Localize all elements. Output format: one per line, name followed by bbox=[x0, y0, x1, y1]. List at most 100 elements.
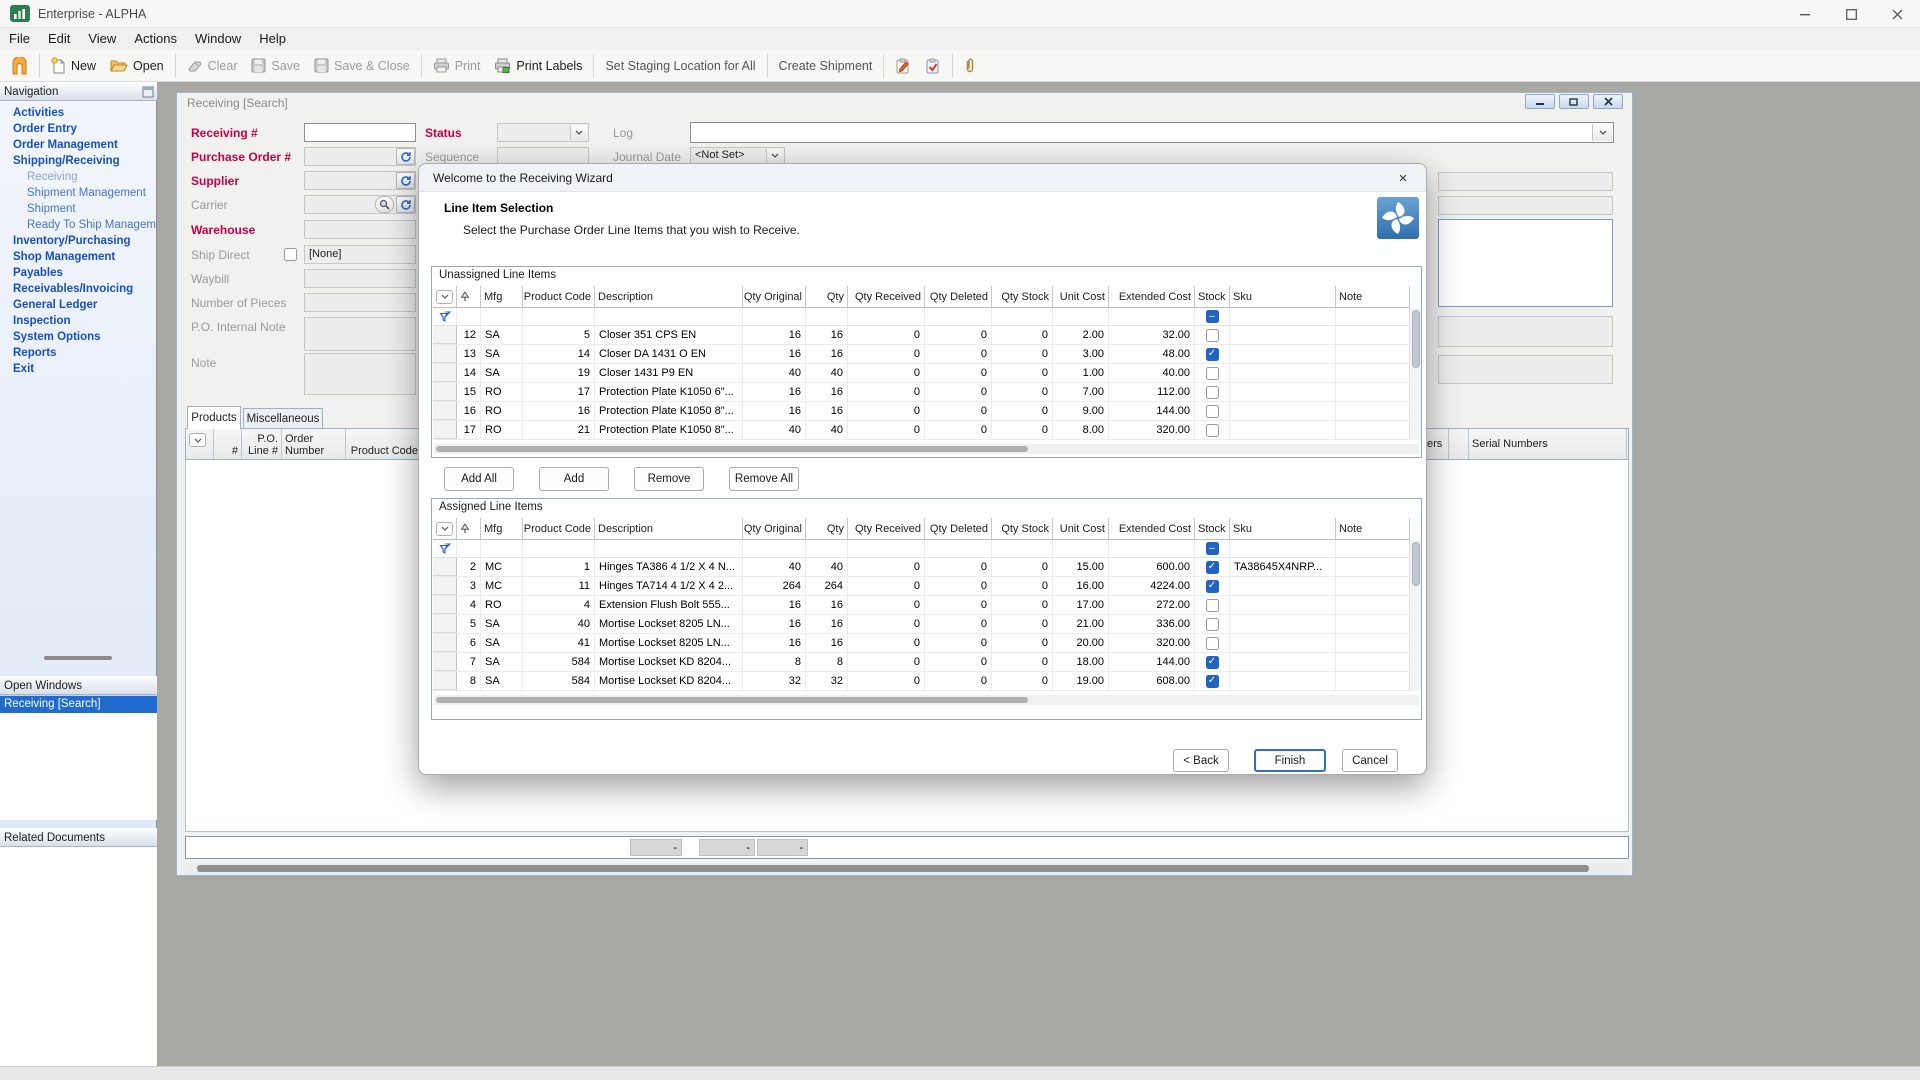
menu-window[interactable]: Window bbox=[186, 28, 250, 50]
sidebar-item-shipping-receiving[interactable]: Shipping/Receiving bbox=[0, 153, 157, 169]
journal-date-dropdown[interactable]: <Not Set> bbox=[690, 147, 785, 164]
cancel-button[interactable]: Cancel bbox=[1342, 749, 1398, 772]
column-header-po-line[interactable]: P.O. Line # bbox=[242, 429, 282, 459]
row-indicator[interactable] bbox=[433, 653, 457, 671]
edit-note-button[interactable] bbox=[888, 53, 918, 79]
remove-button[interactable]: Remove bbox=[634, 467, 704, 491]
filter-row-icon[interactable] bbox=[433, 540, 457, 557]
column-header-qty_deleted[interactable]: Qty Deleted bbox=[925, 518, 992, 539]
ship-direct-value-field[interactable]: [None] bbox=[304, 245, 416, 264]
sidebar-item-shipment-management[interactable]: Shipment Management bbox=[0, 185, 157, 201]
assigned-vertical-scrollbar[interactable] bbox=[1409, 540, 1421, 691]
column-header-qty[interactable]: Qty bbox=[806, 286, 848, 307]
column-header-partial[interactable]: ers bbox=[1424, 429, 1449, 459]
column-header-product-code[interactable]: Product Code bbox=[346, 429, 422, 459]
row-indicator[interactable] bbox=[433, 596, 457, 614]
sidebar-item-ready-to-ship-managem[interactable]: Ready To Ship Managem bbox=[0, 217, 157, 233]
tab-products[interactable]: Products bbox=[187, 406, 241, 429]
open-button[interactable]: Open bbox=[103, 53, 171, 79]
column-header-qty[interactable]: Qty bbox=[806, 518, 848, 539]
column-header-serial-numbers[interactable]: Serial Numbers bbox=[1469, 429, 1627, 459]
new-button[interactable]: New bbox=[44, 53, 103, 79]
stock-checkbox[interactable]: ✓ bbox=[1206, 656, 1219, 669]
stock-checkbox[interactable] bbox=[1206, 405, 1219, 418]
set-staging-location-button[interactable]: Set Staging Location for All bbox=[598, 53, 762, 79]
maximize-button[interactable] bbox=[1828, 0, 1874, 28]
column-header-blank[interactable] bbox=[1449, 429, 1469, 459]
add-all-button[interactable]: Add All bbox=[444, 467, 514, 491]
row-indicator[interactable] bbox=[433, 345, 457, 363]
mdi-minimize-button[interactable] bbox=[1525, 94, 1555, 109]
purchase-order-refresh-button[interactable] bbox=[396, 148, 415, 165]
grid-row[interactable]: 15RO17Protection Plate K1050 6"...161600… bbox=[433, 383, 1410, 402]
sidebar-item-shop-management[interactable]: Shop Management bbox=[0, 249, 157, 265]
back-button[interactable]: < Back bbox=[1173, 749, 1229, 772]
attachments-button[interactable] bbox=[957, 53, 983, 79]
open-window-item-receiving-search[interactable]: Receiving [Search] bbox=[0, 696, 157, 713]
menu-actions[interactable]: Actions bbox=[125, 28, 186, 50]
grid-row[interactable]: 7SA584Mortise Lockset KD 8204...8800018.… bbox=[433, 653, 1410, 672]
status-dropdown[interactable] bbox=[497, 123, 589, 142]
print-button[interactable]: Print bbox=[426, 53, 488, 79]
stock-checkbox[interactable] bbox=[1206, 618, 1219, 631]
stock-checkbox[interactable]: ✓ bbox=[1206, 580, 1219, 593]
panel-pin-icon[interactable] bbox=[142, 86, 154, 98]
sidebar-item-receiving[interactable]: Receiving bbox=[0, 169, 157, 185]
sidebar-item-system-options[interactable]: System Options bbox=[0, 329, 157, 345]
tab-miscellaneous[interactable]: Miscellaneous bbox=[243, 408, 323, 429]
minimize-button[interactable] bbox=[1782, 0, 1828, 28]
mdi-restore-button[interactable] bbox=[1559, 94, 1589, 109]
stock-checkbox[interactable] bbox=[1206, 599, 1219, 612]
column-header-extended_cost[interactable]: Extended Cost bbox=[1109, 518, 1195, 539]
row-indicator[interactable] bbox=[433, 421, 457, 439]
grid-row[interactable]: 4RO4Extension Flush Bolt 555...161600017… bbox=[433, 596, 1410, 615]
pin-column-header[interactable] bbox=[457, 518, 481, 539]
sidebar-item-receivables-invoicing[interactable]: Receivables/Invoicing bbox=[0, 281, 157, 297]
carrier-search-button[interactable] bbox=[375, 196, 394, 213]
pin-column-header[interactable] bbox=[457, 286, 481, 307]
stock-checkbox[interactable] bbox=[1206, 637, 1219, 650]
sidebar-item-reports[interactable]: Reports bbox=[0, 345, 157, 361]
menu-help[interactable]: Help bbox=[250, 28, 295, 50]
row-indicator[interactable] bbox=[433, 615, 457, 633]
row-indicator[interactable] bbox=[433, 402, 457, 420]
waybill-input[interactable] bbox=[304, 269, 416, 288]
stock-filter-checkbox[interactable]: – bbox=[1206, 542, 1219, 555]
stock-checkbox[interactable] bbox=[1206, 424, 1219, 437]
column-header-desc[interactable]: Description bbox=[595, 286, 743, 307]
stock-checkbox[interactable]: ✓ bbox=[1206, 561, 1219, 574]
column-header-code[interactable]: Product Code bbox=[523, 518, 595, 539]
column-header-note[interactable]: Note bbox=[1336, 518, 1410, 539]
log-dropdown[interactable] bbox=[690, 122, 1614, 143]
grid-row[interactable]: 6SA41Mortise Lockset 8205 LN...161600020… bbox=[433, 634, 1410, 653]
column-header-qty_deleted[interactable]: Qty Deleted bbox=[925, 286, 992, 307]
stock-checkbox[interactable] bbox=[1206, 367, 1219, 380]
supplier-refresh-button[interactable] bbox=[396, 172, 415, 189]
grid-row[interactable]: 3MC11Hinges TA714 4 1/2 X 4 2...26426400… bbox=[433, 577, 1410, 596]
sidebar-item-shipment[interactable]: Shipment bbox=[0, 201, 157, 217]
select-all-dropdown[interactable] bbox=[186, 429, 214, 459]
carrier-refresh-button[interactable] bbox=[396, 196, 415, 213]
column-header-qty_original[interactable]: Qty Original bbox=[743, 518, 806, 539]
right-field-1[interactable] bbox=[1438, 172, 1613, 191]
column-header-qty_received[interactable]: Qty Received bbox=[848, 286, 925, 307]
row-indicator[interactable] bbox=[433, 326, 457, 344]
assigned-horizontal-scrollbar[interactable] bbox=[434, 695, 1419, 705]
finish-button[interactable]: Finish bbox=[1254, 749, 1326, 772]
print-labels-button[interactable]: Print Labels bbox=[487, 53, 589, 79]
tasks-button[interactable] bbox=[918, 53, 948, 79]
sidebar-item-order-management[interactable]: Order Management bbox=[0, 137, 157, 153]
grid-row[interactable]: 8SA584Mortise Lockset KD 8204...32320001… bbox=[433, 672, 1410, 691]
menu-edit[interactable]: Edit bbox=[39, 28, 79, 50]
filter-row[interactable]: – bbox=[433, 308, 1410, 326]
remove-all-button[interactable]: Remove All bbox=[729, 467, 799, 491]
sidebar-item-activities[interactable]: Activities bbox=[0, 105, 157, 121]
number-of-pieces-input[interactable] bbox=[304, 293, 416, 312]
save-close-button[interactable]: Save & Close bbox=[307, 53, 417, 79]
mdi-close-button[interactable] bbox=[1593, 94, 1623, 109]
add-button[interactable]: Add bbox=[539, 467, 609, 491]
grid-row[interactable]: 2MC1Hinges TA386 4 1/2 X 4 N...404000015… bbox=[433, 558, 1410, 577]
receiving-number-input[interactable] bbox=[304, 123, 416, 142]
save-button[interactable]: Save bbox=[244, 53, 307, 79]
row-indicator[interactable] bbox=[433, 364, 457, 382]
